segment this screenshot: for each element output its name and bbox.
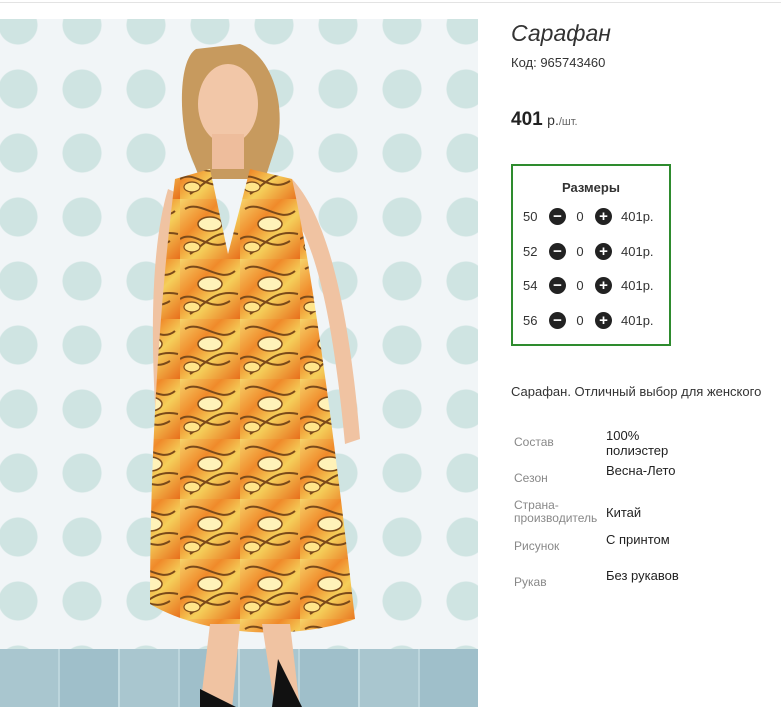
top-divider xyxy=(0,2,781,3)
size-price: 401р. xyxy=(621,278,654,293)
attribute-value: Без рукавов xyxy=(606,568,679,583)
plus-circle-icon[interactable]: + xyxy=(595,312,612,329)
attribute-value: Весна-Лето xyxy=(606,463,676,478)
attribute-value: 100% полиэстер xyxy=(606,428,669,458)
plus-circle-icon[interactable]: + xyxy=(595,277,612,294)
minus-circle-icon[interactable]: − xyxy=(549,277,566,294)
plus-circle-icon[interactable]: + xyxy=(595,243,612,260)
size-label: 56 xyxy=(523,313,538,328)
product-title: Сарафан xyxy=(511,20,611,46)
attribute-value: С принтом xyxy=(606,532,670,547)
product-photo[interactable] xyxy=(0,19,478,707)
size-price: 401р. xyxy=(621,209,654,224)
size-row: 56 − 0 + 401р. xyxy=(523,311,663,331)
attribute-key: Состав xyxy=(514,435,554,449)
plus-circle-icon[interactable]: + xyxy=(595,208,612,225)
price-currency: р. xyxy=(547,112,559,128)
sizes-header: Размеры xyxy=(562,180,620,195)
product-description: Сарафан. Отличный выбор для женского xyxy=(511,384,762,399)
attribute-key: Рисунок xyxy=(514,539,560,553)
attribute-key: Рукав xyxy=(514,575,547,589)
sizes-panel: Размеры 50 − 0 + 401р. 52 − 0 + 401р. 54… xyxy=(511,164,671,346)
price-value: 401 xyxy=(511,109,543,130)
size-row: 50 − 0 + 401р. xyxy=(523,207,663,227)
price-unit: /шт. xyxy=(558,116,578,128)
size-price: 401р. xyxy=(621,244,654,259)
size-label: 50 xyxy=(523,209,538,224)
minus-circle-icon[interactable]: − xyxy=(549,312,566,329)
attribute-value: Китай xyxy=(606,505,642,520)
size-row: 52 − 0 + 401р. xyxy=(523,242,663,262)
size-row: 54 − 0 + 401р. xyxy=(523,276,663,296)
size-quantity[interactable]: 0 xyxy=(575,244,585,259)
minus-circle-icon[interactable]: − xyxy=(549,243,566,260)
minus-circle-icon[interactable]: − xyxy=(549,208,566,225)
size-quantity[interactable]: 0 xyxy=(575,209,585,224)
product-sku: Код: 965743460 xyxy=(511,55,606,70)
attribute-key: Сезон xyxy=(514,471,548,485)
model-figure xyxy=(150,44,360,707)
size-price: 401р. xyxy=(621,313,654,328)
size-label: 54 xyxy=(523,278,538,293)
size-label: 52 xyxy=(523,244,538,259)
size-quantity[interactable]: 0 xyxy=(575,313,585,328)
attribute-key: Страна-производитель xyxy=(514,498,598,525)
product-price: 401 р./шт. xyxy=(511,109,578,131)
size-quantity[interactable]: 0 xyxy=(575,278,585,293)
